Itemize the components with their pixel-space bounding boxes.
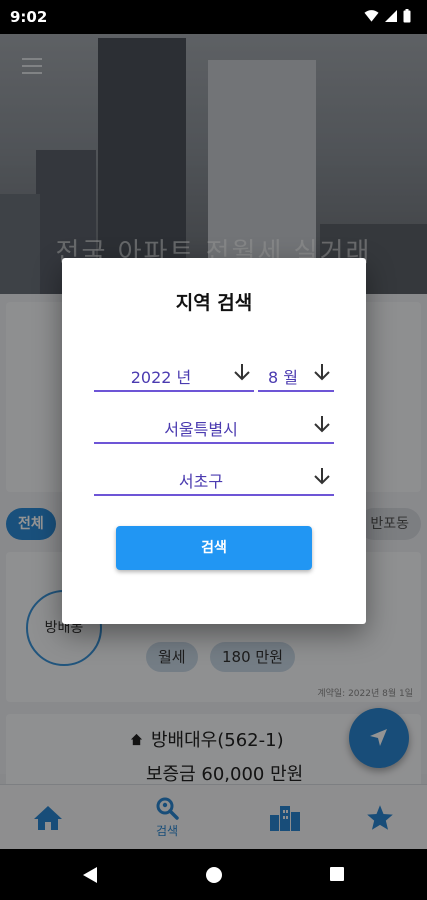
status-time: 9:02 — [10, 8, 48, 26]
arrow-down-icon — [314, 416, 330, 433]
recents-icon[interactable] — [329, 866, 345, 882]
signal-icon — [385, 10, 397, 22]
wifi-icon — [364, 10, 379, 22]
system-navigation-bar — [0, 849, 427, 900]
screen: 9:02 전국 아파트 전월세 실거래 전체 반포동 방배동 월세 180 만원… — [0, 0, 427, 900]
month-value: 8 월 — [268, 368, 298, 387]
status-bar: 9:02 — [0, 0, 427, 34]
arrow-down-icon — [234, 364, 250, 381]
district-value: 서초구 — [178, 472, 224, 491]
region-search-dialog: 지역 검색 2022 년 8 월 서울특별시 서초구 검색 — [62, 258, 366, 624]
year-dropdown[interactable]: 2022 년 — [94, 358, 254, 392]
dialog-title: 지역 검색 — [175, 292, 253, 314]
status-icons — [364, 9, 411, 23]
search-button[interactable]: 검색 — [116, 526, 312, 570]
arrow-down-icon — [314, 364, 330, 381]
city-value: 서울특별시 — [164, 420, 238, 439]
home-button-icon[interactable] — [205, 866, 223, 884]
back-icon[interactable] — [82, 866, 98, 884]
battery-icon — [403, 9, 411, 23]
arrow-down-icon — [314, 468, 330, 485]
city-dropdown[interactable]: 서울특별시 — [94, 410, 334, 444]
month-dropdown[interactable]: 8 월 — [258, 358, 334, 392]
district-dropdown[interactable]: 서초구 — [94, 462, 334, 496]
year-value: 2022 년 — [130, 368, 192, 387]
